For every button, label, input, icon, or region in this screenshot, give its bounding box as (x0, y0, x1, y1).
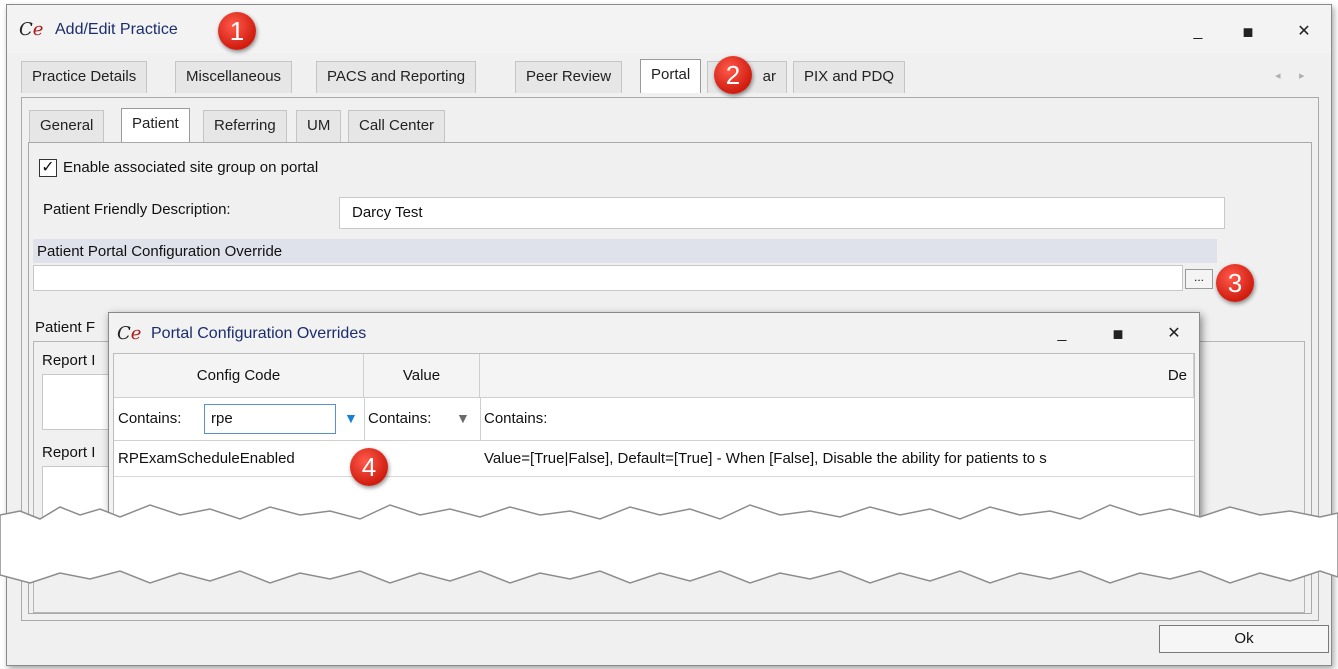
annotation-badge-1: 1 (218, 12, 256, 50)
overrides-minimize-button[interactable]: _ (1047, 321, 1077, 347)
torn-edge-graphic (0, 504, 1338, 584)
tab-portal[interactable]: Portal (640, 59, 702, 93)
enable-site-group-label: Enable associated site group on portal (63, 159, 319, 176)
report-label-2: Report I (42, 444, 96, 461)
overrides-app-logo-icon: Ce (117, 323, 142, 344)
column-header-value[interactable]: Value (364, 354, 480, 398)
ok-button[interactable]: Ok (1159, 625, 1329, 653)
minimize-button[interactable]: _ (1183, 19, 1213, 45)
config-override-browse-button[interactable]: ... (1185, 269, 1213, 289)
filter-funnel-icon[interactable]: ▼ (456, 410, 470, 426)
subtab-referring[interactable]: Referring (203, 110, 287, 142)
filter-divider (364, 398, 365, 440)
tab-scroll-left-icon[interactable]: ◂ (1275, 69, 1281, 82)
cell-config-code: RPExamScheduleEnabled (118, 450, 295, 467)
annotation-badge-2: 2 (714, 56, 752, 94)
config-override-label: Patient Portal Configuration Override (37, 243, 283, 260)
filter-value-label: Contains: (368, 410, 432, 427)
annotation-badge-3: 3 (1216, 264, 1254, 302)
subtab-patient[interactable]: Patient (121, 108, 190, 142)
filter-description-label: Contains: (484, 410, 548, 427)
column-header-config-code[interactable]: Config Code (114, 354, 364, 398)
overrides-close-button[interactable]: ✕ (1159, 321, 1189, 347)
enable-site-group-checkbox[interactable]: ✓ (39, 159, 57, 177)
window-title: Add/Edit Practice (55, 21, 178, 38)
overrides-window-title: Portal Configuration Overrides (151, 325, 367, 342)
annotation-badge-4: 4 (350, 448, 388, 486)
subtab-um[interactable]: UM (296, 110, 342, 142)
cell-description: Value=[True|False], Default=[True] - Whe… (484, 450, 1047, 467)
patient-group-label: Patient F (35, 319, 96, 336)
title-bar: Ce Add/Edit Practice _ ■ ✕ (7, 5, 1331, 53)
close-button[interactable]: ✕ (1289, 19, 1319, 45)
filter-row: Contains: rpe ▼ Contains: ▼ Contains: (114, 398, 1194, 441)
subtab-general[interactable]: General (29, 110, 105, 142)
tab-pix-and-pdq[interactable]: PIX and PDQ (793, 61, 906, 93)
overrides-maximize-button[interactable]: ■ (1103, 321, 1133, 347)
tab-peer-review[interactable]: Peer Review (515, 61, 623, 93)
filter-active-funnel-icon[interactable]: ▼ (344, 410, 358, 426)
overrides-title-bar: Ce Portal Configuration Overrides _ ■ ✕ (109, 313, 1199, 353)
config-override-input[interactable] (33, 265, 1183, 291)
maximize-button[interactable]: ■ (1233, 19, 1263, 45)
friendly-description-label: Patient Friendly Description: (43, 201, 231, 218)
tab-miscellaneous[interactable]: Miscellaneous (175, 61, 293, 93)
filter-divider (480, 398, 481, 440)
column-header-description[interactable]: De (480, 354, 1194, 398)
tab-practice-details[interactable]: Practice Details (21, 61, 148, 93)
filter-config-code-label: Contains: (118, 410, 182, 427)
filter-config-code-input[interactable]: rpe (204, 404, 336, 434)
config-override-header: Patient Portal Configuration Override (33, 239, 1217, 263)
table-row[interactable]: RPExamScheduleEnabled Value=[True|False]… (114, 440, 1194, 477)
friendly-description-input[interactable]: Darcy Test (339, 197, 1225, 229)
app-logo-icon: Ce (19, 19, 44, 40)
subtab-call-center[interactable]: Call Center (348, 110, 446, 142)
report-label-1: Report I (42, 352, 96, 369)
tab-scroll-right-icon[interactable]: ▸ (1299, 69, 1305, 82)
tab-pacs-and-reporting[interactable]: PACS and Reporting (316, 61, 477, 93)
main-tab-strip: Practice Details Miscellaneous PACS and … (7, 57, 1331, 97)
